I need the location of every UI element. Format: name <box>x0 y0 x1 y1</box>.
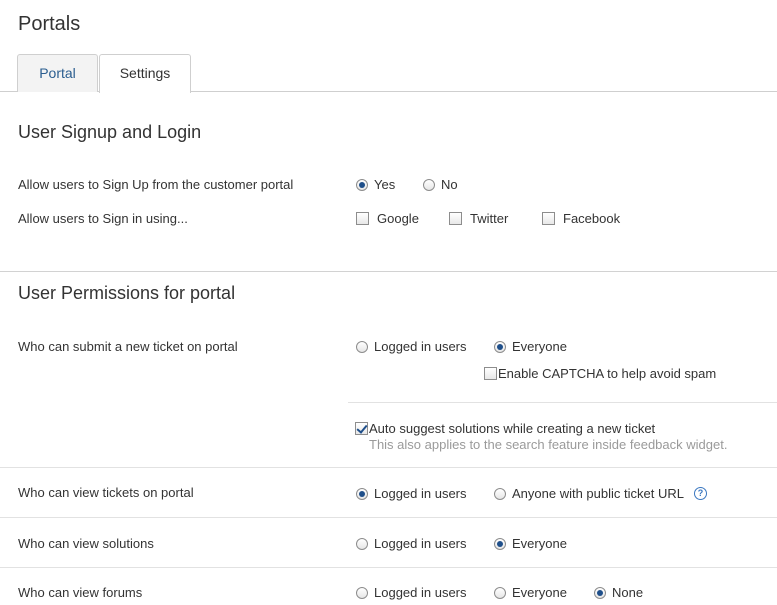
signup-yes-label: Yes <box>374 177 396 192</box>
signin-twitter-checkbox[interactable] <box>449 212 462 225</box>
view-tickets-public-radio[interactable] <box>494 487 506 500</box>
view-forums-everyone-radio[interactable] <box>494 586 506 599</box>
view-tickets-logged-in-label: Logged in users <box>374 486 467 501</box>
auto-suggest-hint: This also applies to the search feature … <box>369 437 728 452</box>
view-solutions-everyone-label: Everyone <box>512 536 567 551</box>
view-forums-logged-in-option[interactable]: Logged in users <box>356 585 467 600</box>
signin-google-option[interactable]: Google <box>356 211 419 226</box>
row-divider <box>0 567 777 568</box>
signup-yes-radio[interactable] <box>356 178 368 191</box>
submit-everyone-radio[interactable] <box>494 340 506 353</box>
signin-twitter-option[interactable]: Twitter <box>449 211 508 226</box>
submit-everyone-label: Everyone <box>512 339 567 354</box>
view-forums-logged-in-radio[interactable] <box>356 586 368 599</box>
view-forums-logged-in-label: Logged in users <box>374 585 467 600</box>
view-tickets-public-label: Anyone with public ticket URL <box>512 486 684 501</box>
signin-facebook-option[interactable]: Facebook <box>542 211 620 226</box>
submit-everyone-option[interactable]: Everyone <box>494 339 567 354</box>
tab-settings[interactable]: Settings <box>99 54 191 93</box>
submit-logged-in-option[interactable]: Logged in users <box>356 339 467 354</box>
signin-facebook-checkbox[interactable] <box>542 212 555 225</box>
view-forums-none-radio[interactable] <box>594 586 606 599</box>
help-icon[interactable]: ? <box>693 487 707 500</box>
signup-no-radio[interactable] <box>423 178 435 191</box>
view-solutions-everyone-radio[interactable] <box>494 537 506 550</box>
signin-google-label: Google <box>377 211 419 226</box>
view-solutions-logged-in-option[interactable]: Logged in users <box>356 536 467 551</box>
captcha-option[interactable]: Enable CAPTCHA to help avoid spam <box>484 366 716 381</box>
row-divider <box>348 402 777 403</box>
signup-allow-label: Allow users to Sign Up from the customer… <box>18 177 294 192</box>
signup-no-option[interactable]: No <box>423 177 458 192</box>
tab-portal[interactable]: Portal <box>17 54 98 92</box>
view-forums-everyone-option[interactable]: Everyone <box>494 585 567 600</box>
auto-suggest-option[interactable]: Auto suggest solutions while creating a … <box>355 421 655 436</box>
submit-logged-in-radio[interactable] <box>356 340 368 353</box>
auto-suggest-label: Auto suggest solutions while creating a … <box>369 421 656 436</box>
captcha-label: Enable CAPTCHA to help avoid spam <box>498 366 717 381</box>
signup-no-label: No <box>441 177 458 192</box>
view-tickets-label: Who can view tickets on portal <box>18 485 194 500</box>
section-divider <box>0 271 777 272</box>
row-divider <box>0 517 777 518</box>
view-forums-none-label: None <box>612 585 644 600</box>
signin-google-checkbox[interactable] <box>356 212 369 225</box>
section-title-permissions: User Permissions for portal <box>18 283 236 303</box>
view-solutions-everyone-option[interactable]: Everyone <box>494 536 567 551</box>
view-tickets-public-option[interactable]: Anyone with public ticket URL ? <box>494 486 707 501</box>
submit-ticket-label: Who can submit a new ticket on portal <box>18 339 238 354</box>
view-forums-everyone-label: Everyone <box>512 585 567 600</box>
tab-bar: Portal Settings <box>0 54 777 93</box>
submit-logged-in-label: Logged in users <box>374 339 467 354</box>
signin-facebook-label: Facebook <box>563 211 621 226</box>
row-divider <box>0 467 777 468</box>
signin-using-label: Allow users to Sign in using... <box>18 211 188 226</box>
signup-yes-option[interactable]: Yes <box>356 177 395 192</box>
page-title: Portals <box>18 13 81 35</box>
view-solutions-label: Who can view solutions <box>18 536 154 551</box>
view-solutions-logged-in-radio[interactable] <box>356 537 368 550</box>
auto-suggest-checkbox[interactable] <box>355 422 368 435</box>
view-tickets-logged-in-option[interactable]: Logged in users <box>356 486 467 501</box>
view-solutions-logged-in-label: Logged in users <box>374 536 467 551</box>
view-forums-none-option[interactable]: None <box>594 585 643 600</box>
view-forums-label: Who can view forums <box>18 585 143 600</box>
captcha-checkbox[interactable] <box>484 367 497 380</box>
signin-twitter-label: Twitter <box>470 211 509 226</box>
view-tickets-logged-in-radio[interactable] <box>356 487 368 500</box>
section-title-signup: User Signup and Login <box>18 122 202 142</box>
